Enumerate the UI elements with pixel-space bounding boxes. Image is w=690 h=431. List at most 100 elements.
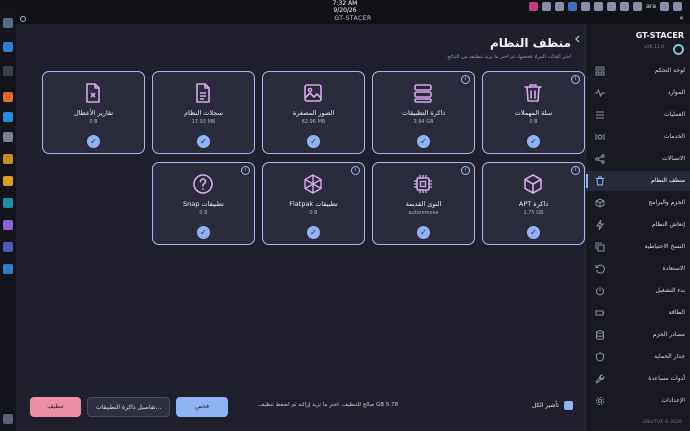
sidebar-item-packages[interactable]: الحزم والبرامج bbox=[586, 193, 690, 213]
card-system-logs[interactable]: سجلات النظام 17.93 MB ✓ bbox=[152, 71, 255, 154]
card-size: 17.93 MB bbox=[191, 119, 216, 125]
info-icon[interactable]: i bbox=[461, 75, 470, 84]
info-icon[interactable]: i bbox=[461, 166, 470, 175]
sidebar-item-services[interactable]: الخدمات bbox=[586, 127, 690, 147]
card-checkbox[interactable]: ✓ bbox=[197, 135, 210, 148]
card-label: تطبيقات Snap bbox=[183, 200, 224, 208]
keyboard-layout[interactable]: ara bbox=[646, 3, 656, 10]
card-checkbox[interactable]: ✓ bbox=[307, 226, 320, 239]
trash-icon bbox=[524, 84, 542, 102]
card-label: تطبيقات Flatpak bbox=[289, 200, 338, 208]
sidebar-collapse-button[interactable] bbox=[571, 34, 585, 44]
card-app-cache[interactable]: i ذاكرة التطبيقات 3.94 GB ✓ bbox=[372, 71, 475, 154]
clock[interactable]: 7:32 AM 9/20/26 bbox=[330, 0, 360, 14]
tray-clipboard-icon[interactable] bbox=[555, 2, 565, 11]
card-trash[interactable]: i سلة المهملات 0 B ✓ bbox=[482, 71, 585, 154]
dock-app-icon[interactable] bbox=[3, 112, 13, 122]
dock-menu-icon[interactable] bbox=[3, 414, 13, 424]
shield-icon bbox=[596, 352, 604, 362]
sidebar-item-power[interactable]: الطاقة bbox=[586, 303, 690, 323]
card-label: ذاكرة APT bbox=[518, 200, 549, 208]
sidebar-item-backups[interactable]: النسخ الاحتياطية bbox=[586, 237, 690, 257]
sidebar-item-label: مصادر الحزم bbox=[652, 331, 685, 338]
image-icon bbox=[304, 84, 322, 102]
card-crash-reports[interactable]: تقارير الأعطال 0 B ✓ bbox=[42, 71, 145, 154]
window-close-button[interactable]: ✕ bbox=[679, 14, 684, 24]
sidebar-item-system-cleaner[interactable]: منظف النظام bbox=[586, 171, 690, 191]
system-tray: ara bbox=[529, 2, 682, 11]
card-thumbnails[interactable]: الصور المصغرة 82.96 MB ✓ bbox=[262, 71, 365, 154]
sidebar-item-label: لوحة التحكم bbox=[654, 67, 685, 74]
storage-icon bbox=[414, 84, 432, 103]
tray-bell-icon[interactable] bbox=[633, 2, 643, 11]
card-label: تقارير الأعطال bbox=[73, 109, 114, 117]
bolt-icon bbox=[596, 220, 604, 230]
info-icon[interactable]: i bbox=[241, 166, 250, 175]
card-snap[interactable]: i تطبيقات Snap 0 B ✓ bbox=[152, 162, 255, 245]
tray-settings-icon[interactable] bbox=[660, 2, 669, 11]
card-checkbox[interactable]: ✓ bbox=[417, 226, 430, 239]
dock-browser-icon[interactable] bbox=[3, 92, 13, 102]
sidebar-item-processes[interactable]: العمليات bbox=[586, 105, 690, 125]
tray-power-icon[interactable] bbox=[673, 2, 682, 11]
card-checkbox[interactable]: ✓ bbox=[87, 135, 100, 148]
card-checkbox[interactable]: ✓ bbox=[527, 226, 540, 239]
tray-screenshot-icon[interactable] bbox=[581, 2, 591, 11]
page-title: منظف النظام bbox=[490, 36, 571, 50]
sidebar-item-dashboard[interactable]: لوحة التحكم bbox=[586, 61, 690, 81]
card-checkbox[interactable]: ✓ bbox=[197, 226, 210, 239]
info-icon[interactable]: i bbox=[571, 166, 580, 175]
clean-button[interactable]: تنظيف bbox=[30, 397, 81, 417]
select-all-checkbox[interactable] bbox=[564, 401, 573, 410]
dock-app-icon[interactable] bbox=[3, 42, 13, 52]
card-old-kernels[interactable]: i النوى القديمة autoremove ✓ bbox=[372, 162, 475, 245]
info-icon[interactable]: i bbox=[571, 75, 580, 84]
file-text-icon bbox=[196, 83, 210, 103]
battery-icon bbox=[595, 310, 605, 316]
list-icon bbox=[596, 111, 604, 119]
file-x-icon bbox=[86, 83, 100, 103]
dock-app-icon[interactable] bbox=[3, 176, 13, 186]
tray-network-icon[interactable] bbox=[568, 2, 578, 11]
tray-mail-icon[interactable] bbox=[542, 2, 552, 11]
app-version: v26.11.0 bbox=[644, 45, 664, 50]
sidebar-item-refresh[interactable]: إنعاش النظام bbox=[586, 215, 690, 235]
sidebar-item-firewall[interactable]: جدار الحماية bbox=[586, 347, 690, 367]
sidebar-item-label: الموارد bbox=[667, 89, 685, 96]
dashboard-icon bbox=[595, 66, 605, 76]
scan-button[interactable]: فحص bbox=[176, 397, 228, 417]
tray-wifi-icon[interactable] bbox=[607, 2, 617, 11]
sidebar-item-restore[interactable]: الاستعادة bbox=[586, 259, 690, 279]
sidebar-item-connections[interactable]: الاتصالات bbox=[586, 149, 690, 169]
sidebar-item-label: الاستعادة bbox=[662, 265, 685, 272]
tray-bluetooth-icon[interactable] bbox=[594, 2, 604, 11]
dock-app-icon[interactable] bbox=[3, 242, 13, 252]
card-checkbox[interactable]: ✓ bbox=[307, 135, 320, 148]
sidebar-item-settings[interactable]: الإعدادات bbox=[586, 391, 690, 411]
card-flatpak[interactable]: i تطبيقات Flatpak 0 B ✓ bbox=[262, 162, 365, 245]
app-logo-icon bbox=[673, 44, 684, 55]
sidebar-item-label: الإعدادات bbox=[661, 397, 685, 404]
card-checkbox[interactable]: ✓ bbox=[527, 135, 540, 148]
card-checkbox[interactable]: ✓ bbox=[417, 135, 430, 148]
card-size: autoremove bbox=[408, 210, 439, 216]
dock-app-icon[interactable] bbox=[3, 264, 13, 274]
card-apt-cache[interactable]: i ذاكرة APT 1.75 GB ✓ bbox=[482, 162, 585, 245]
card-size: 0 B bbox=[199, 210, 208, 216]
sidebar-item-helpers[interactable]: أدوات مساعدة bbox=[586, 369, 690, 389]
app-cache-details-button[interactable]: تفاصيل ذاكرة التطبيقات... bbox=[87, 397, 170, 417]
dock-app-icon[interactable] bbox=[3, 66, 13, 76]
dock-app-icon[interactable] bbox=[3, 132, 13, 142]
dock-gtstacer-icon[interactable] bbox=[3, 198, 13, 208]
dock-app-icon[interactable] bbox=[3, 220, 13, 230]
info-icon[interactable]: i bbox=[351, 166, 360, 175]
chevron-left-icon bbox=[575, 35, 580, 43]
dock-app-icon[interactable] bbox=[3, 154, 13, 164]
tray-volume-icon[interactable] bbox=[620, 2, 630, 11]
sidebar-item-startup[interactable]: بدء التشغيل bbox=[586, 281, 690, 301]
dock-launcher-icon[interactable] bbox=[3, 18, 13, 28]
sidebar-item-package-sources[interactable]: مصادر الحزم bbox=[586, 325, 690, 345]
package-icon bbox=[524, 174, 542, 194]
tray-app-icon[interactable] bbox=[529, 2, 539, 11]
sidebar-item-resources[interactable]: الموارد bbox=[586, 83, 690, 103]
